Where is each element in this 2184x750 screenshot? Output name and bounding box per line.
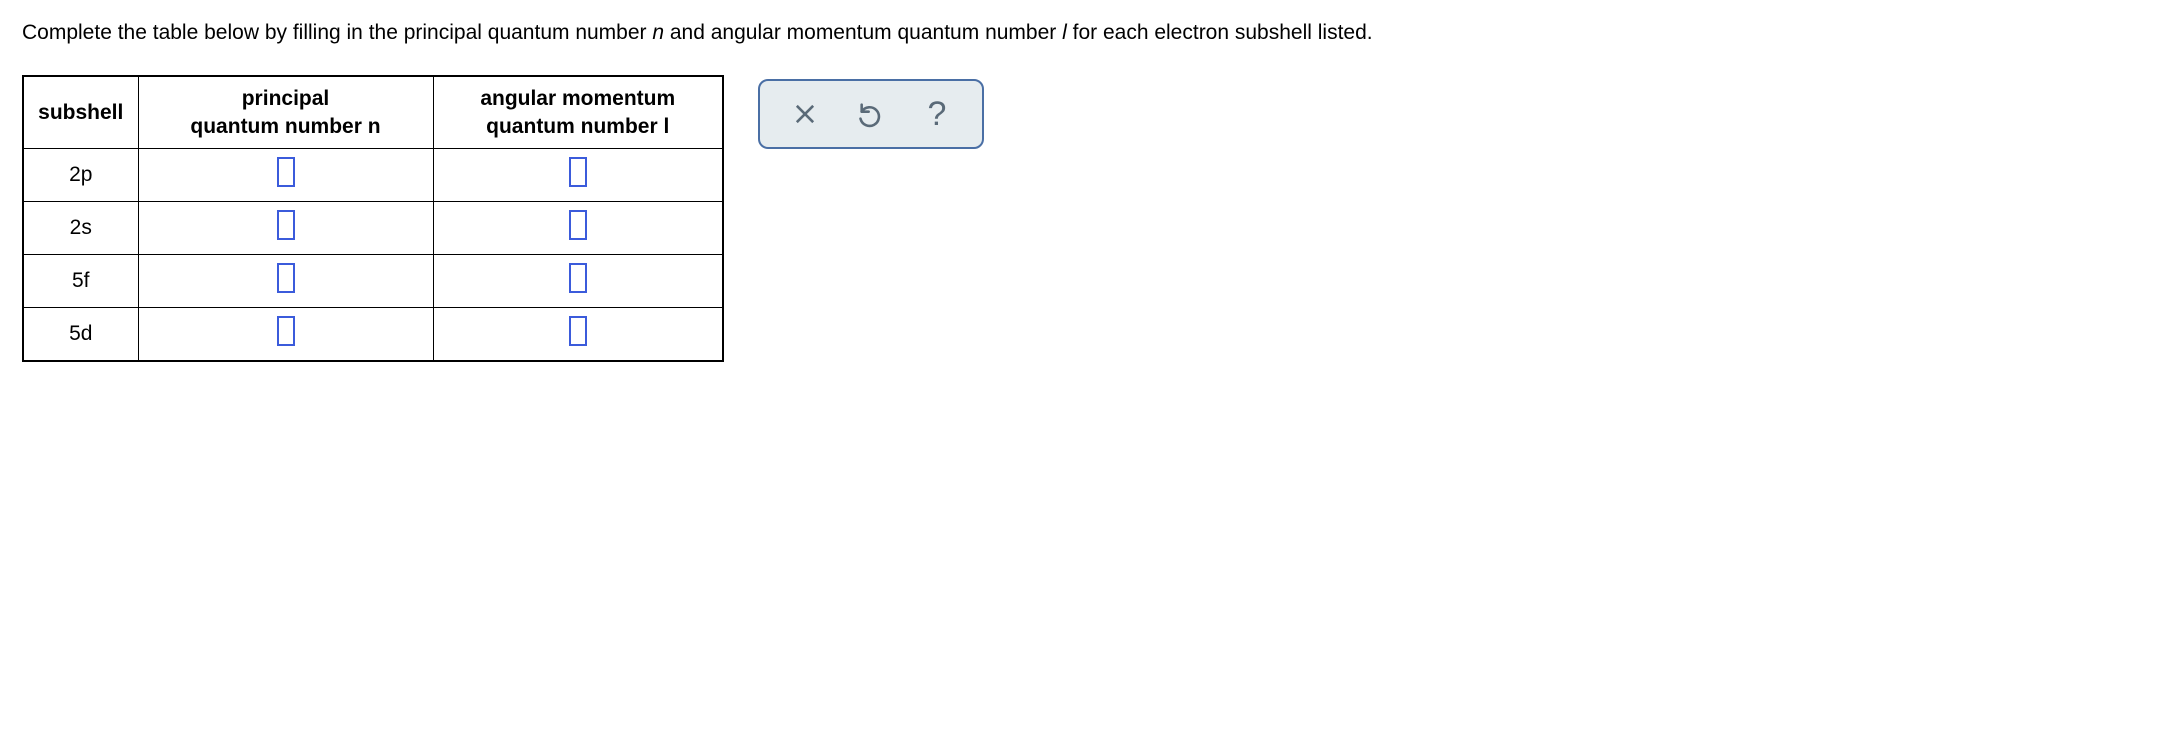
table-row: 2p: [23, 148, 723, 201]
angular-input-cell: [433, 201, 723, 254]
header-principal-var: n: [368, 115, 381, 138]
help-icon: ?: [928, 97, 947, 131]
principal-input-5d[interactable]: [277, 316, 295, 346]
quantum-table: subshell principal quantum number n angu…: [22, 75, 724, 362]
angular-input-5d[interactable]: [569, 316, 587, 346]
header-principal-line2-pre: quantum number: [190, 115, 367, 138]
subshell-cell: 2p: [23, 148, 138, 201]
header-principal: principal quantum number n: [138, 76, 433, 148]
header-angular-var: l: [664, 115, 670, 138]
angular-input-cell: [433, 254, 723, 307]
question-text: Complete the table below by filling in t…: [22, 18, 2162, 47]
angular-input-cell: [433, 307, 723, 361]
question-suffix: for each electron subshell listed.: [1067, 21, 1373, 44]
subshell-cell: 5d: [23, 307, 138, 361]
principal-input-cell: [138, 307, 433, 361]
principal-input-2s[interactable]: [277, 210, 295, 240]
subshell-cell: 5f: [23, 254, 138, 307]
toolbar: ?: [758, 79, 984, 149]
close-icon: [791, 100, 819, 128]
header-subshell: subshell: [23, 76, 138, 148]
question-prefix: Complete the table below by filling in t…: [22, 21, 652, 44]
principal-input-cell: [138, 148, 433, 201]
principal-input-5f[interactable]: [277, 263, 295, 293]
table-row: 5d: [23, 307, 723, 361]
angular-input-5f[interactable]: [569, 263, 587, 293]
undo-icon: [857, 100, 885, 128]
clear-button[interactable]: [786, 95, 824, 133]
principal-input-cell: [138, 254, 433, 307]
angular-input-2s[interactable]: [569, 210, 587, 240]
principal-input-2p[interactable]: [277, 157, 295, 187]
header-angular-line1: angular momentum: [480, 87, 675, 110]
table-row: 2s: [23, 201, 723, 254]
header-principal-line1: principal: [242, 87, 330, 110]
table-header-row: subshell principal quantum number n angu…: [23, 76, 723, 148]
table-row: 5f: [23, 254, 723, 307]
question-mid: and angular momentum quantum number: [664, 21, 1062, 44]
angular-input-2p[interactable]: [569, 157, 587, 187]
principal-input-cell: [138, 201, 433, 254]
header-angular-line2-pre: quantum number: [486, 115, 663, 138]
angular-input-cell: [433, 148, 723, 201]
reset-button[interactable]: [852, 95, 890, 133]
subshell-cell: 2s: [23, 201, 138, 254]
header-angular: angular momentum quantum number l: [433, 76, 723, 148]
question-var-n: n: [652, 21, 664, 44]
help-button[interactable]: ?: [918, 95, 956, 133]
